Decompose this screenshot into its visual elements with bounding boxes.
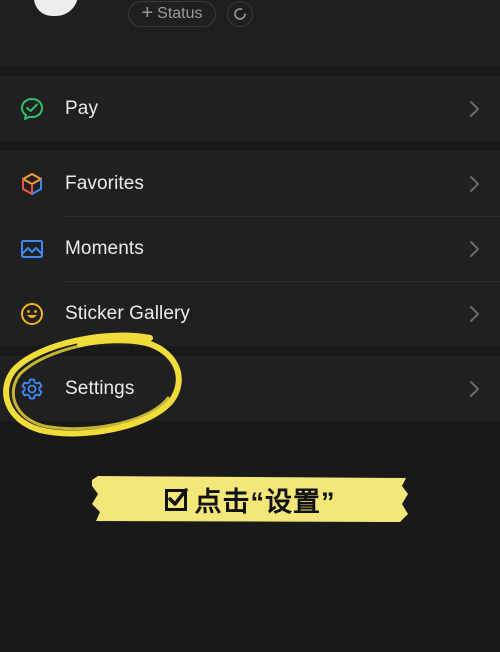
menu-item-label: Sticker Gallery	[65, 302, 191, 324]
gear-icon	[19, 376, 45, 402]
menu-item-sticker-gallery[interactable]: Sticker Gallery	[0, 281, 500, 346]
plus-icon: +	[141, 2, 154, 24]
settings-group: Settings	[0, 356, 500, 421]
menu-item-label: Pay	[65, 97, 99, 119]
menu-item-settings[interactable]: Settings	[0, 356, 500, 421]
instruction-text: 点击“设置”	[194, 486, 336, 517]
checkbox-icon	[164, 488, 188, 511]
chevron-right-icon	[470, 305, 479, 322]
menu-item-pay[interactable]: Pay	[0, 76, 500, 141]
chevron-right-icon	[470, 100, 479, 117]
menu-item-label: Favorites	[65, 172, 145, 194]
refresh-icon	[234, 8, 246, 20]
menu-item-label: Settings	[65, 377, 135, 399]
profile-header: + Status	[0, 0, 500, 66]
avatar[interactable]	[34, 0, 78, 16]
image-icon	[19, 236, 45, 262]
pay-group: Pay	[0, 76, 500, 141]
status-label: Status	[157, 5, 203, 22]
add-status-button[interactable]: + Status	[128, 1, 216, 27]
features-group: Favorites Moments Sticker Gallery	[0, 151, 500, 346]
instruction-banner: 点击“设置”	[90, 474, 410, 524]
chevron-right-icon	[470, 175, 479, 192]
menu-item-moments[interactable]: Moments	[0, 216, 500, 281]
chevron-right-icon	[470, 380, 479, 397]
menu-item-favorites[interactable]: Favorites	[0, 151, 500, 216]
cube-icon	[19, 171, 45, 197]
menu-item-label: Moments	[65, 237, 144, 259]
smiley-icon	[19, 301, 45, 327]
refresh-button[interactable]	[227, 1, 253, 27]
pay-icon	[19, 96, 45, 122]
chevron-right-icon	[470, 240, 479, 257]
